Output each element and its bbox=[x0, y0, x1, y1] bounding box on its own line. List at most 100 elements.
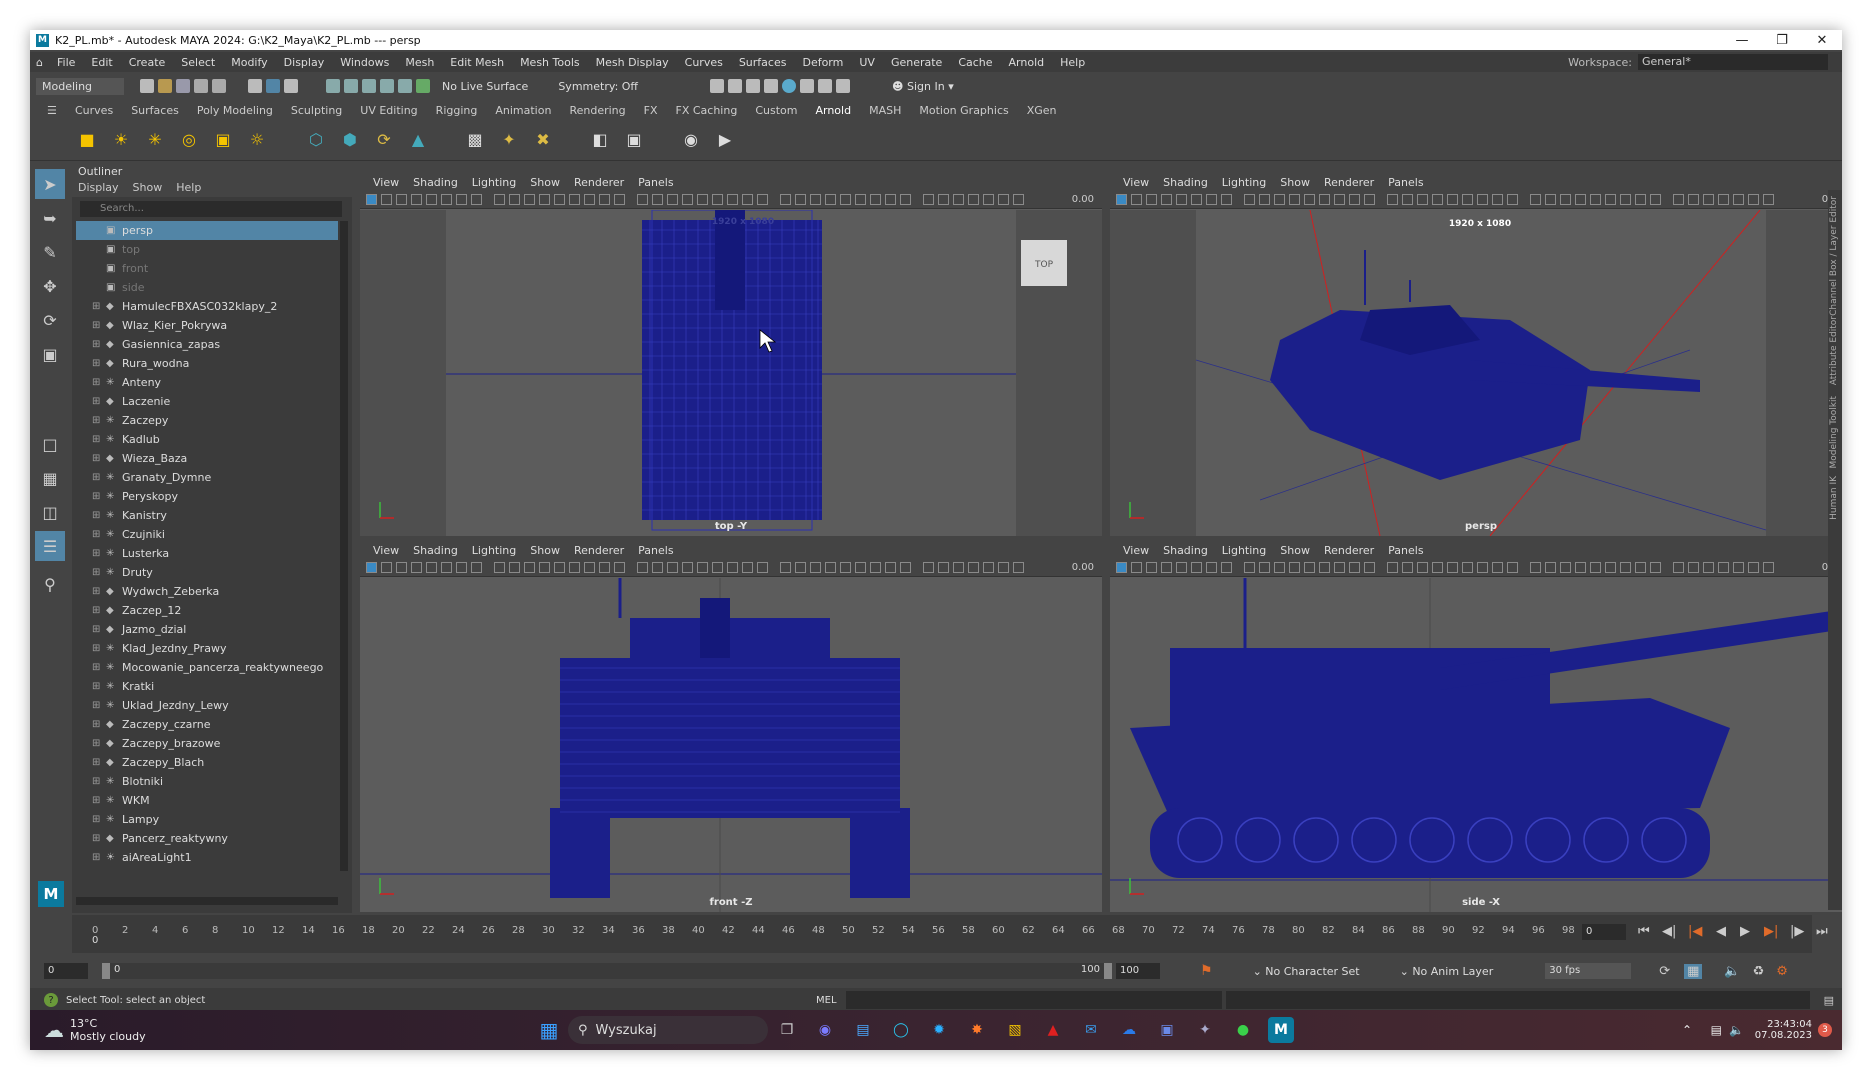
panel-tool-icon[interactable] bbox=[1447, 194, 1458, 205]
mail-icon[interactable]: ✉ bbox=[1078, 1017, 1104, 1043]
network-icon[interactable]: ▤ bbox=[1711, 1023, 1722, 1037]
panel-tool-icon[interactable] bbox=[1364, 562, 1375, 573]
script-editor-icon[interactable]: ▤ bbox=[1824, 994, 1834, 1007]
panel-menu-panels[interactable]: Panels bbox=[631, 176, 680, 189]
outliner-item[interactable]: ⊞ ◆ Jazmo_dzial bbox=[76, 620, 338, 639]
panel-tool-icon[interactable] bbox=[524, 194, 535, 205]
panel-tool-icon[interactable] bbox=[1635, 562, 1646, 573]
panel-tool-icon[interactable] bbox=[411, 562, 422, 573]
outliner-item[interactable]: ⊞ ◆ HamulecFBXASC032klapy_2 bbox=[76, 297, 338, 316]
panel-tool-icon[interactable] bbox=[1447, 562, 1458, 573]
panel-tool-icon[interactable] bbox=[1590, 562, 1601, 573]
viewport-canvas[interactable]: side -X bbox=[1110, 578, 1842, 912]
panel-tool-icon[interactable] bbox=[1289, 562, 1300, 573]
panel-tool-icon[interactable] bbox=[554, 562, 565, 573]
panel-menu-show[interactable]: Show bbox=[523, 544, 567, 557]
panel-tool-icon[interactable] bbox=[1530, 194, 1541, 205]
panel-tool-icon[interactable] bbox=[1304, 562, 1315, 573]
panel-tool-icon[interactable] bbox=[1334, 194, 1345, 205]
expand-icon[interactable]: ⊞ bbox=[92, 833, 106, 844]
panel-menu-view[interactable]: View bbox=[366, 176, 406, 189]
expand-icon[interactable]: ⊞ bbox=[92, 738, 106, 749]
panel-tool-icon[interactable] bbox=[1650, 194, 1661, 205]
outliner-item[interactable]: ⊞ ◆ Zaczep_12 bbox=[76, 601, 338, 620]
panel-menu-lighting[interactable]: Lighting bbox=[465, 176, 523, 189]
panel-tool-icon[interactable] bbox=[953, 562, 964, 573]
panel-menu-shading[interactable]: Shading bbox=[1156, 544, 1215, 557]
panel-tool-icon[interactable] bbox=[1402, 562, 1413, 573]
panel-tool-icon[interactable] bbox=[456, 194, 467, 205]
loop-icon[interactable]: ⟳ bbox=[1659, 964, 1670, 979]
cortana-icon[interactable]: ◯ bbox=[888, 1017, 914, 1043]
menu-mesh-tools[interactable]: Mesh Tools bbox=[512, 56, 588, 69]
menu-select[interactable]: Select bbox=[173, 56, 223, 69]
panel-tool-icon[interactable] bbox=[1176, 194, 1187, 205]
panel-tool-icon[interactable] bbox=[1733, 194, 1744, 205]
panel-tool-icon[interactable] bbox=[1161, 194, 1172, 205]
open-scene-icon[interactable] bbox=[158, 79, 172, 93]
menu-file[interactable]: File bbox=[49, 56, 83, 69]
shelf-tab-animation[interactable]: Animation bbox=[486, 104, 560, 117]
panel-tool-icon[interactable] bbox=[795, 562, 806, 573]
panel-tool-icon[interactable] bbox=[1116, 194, 1127, 205]
menu-mesh-display[interactable]: Mesh Display bbox=[588, 56, 677, 69]
panel-tool-icon[interactable] bbox=[1590, 194, 1601, 205]
panel-tool-icon[interactable] bbox=[810, 194, 821, 205]
move-tool-icon[interactable]: ✥ bbox=[35, 271, 65, 301]
panel-tool-icon[interactable] bbox=[614, 562, 625, 573]
panel-tool-icon[interactable] bbox=[494, 562, 505, 573]
shelf-tab-fx[interactable]: FX bbox=[635, 104, 667, 117]
panel-menu-shading[interactable]: Shading bbox=[1156, 176, 1215, 189]
new-scene-icon[interactable] bbox=[140, 79, 154, 93]
expand-icon[interactable]: ⊞ bbox=[92, 472, 106, 483]
single-view-icon[interactable]: □ bbox=[35, 429, 65, 459]
panel-tool-icon[interactable] bbox=[471, 194, 482, 205]
panel-menu-renderer[interactable]: Renderer bbox=[1317, 544, 1381, 557]
shelf-tab-rendering[interactable]: Rendering bbox=[560, 104, 634, 117]
menu-help[interactable]: Help bbox=[1052, 56, 1093, 69]
render-view-open-icon[interactable]: ◉ bbox=[679, 128, 703, 152]
panel-tool-icon[interactable] bbox=[569, 194, 580, 205]
outliner-item[interactable]: ⊞ ✳ Kadlub bbox=[76, 430, 338, 449]
menu-edit[interactable]: Edit bbox=[83, 56, 120, 69]
panel-tool-icon[interactable] bbox=[742, 562, 753, 573]
select-component-icon[interactable] bbox=[284, 79, 298, 93]
exposure-field[interactable]: 0.00 bbox=[1072, 194, 1094, 205]
outliner-item[interactable]: ⊞ ✳ Uklad_Jezdny_Lewy bbox=[76, 696, 338, 715]
character-set-dropdown[interactable]: ⌄ No Character Set bbox=[1253, 965, 1360, 978]
panel-tool-icon[interactable] bbox=[441, 194, 452, 205]
start-frame-field[interactable]: 0 bbox=[44, 963, 88, 979]
panel-tool-icon[interactable] bbox=[983, 562, 994, 573]
outliner-item[interactable]: ⊞ ◆ Zaczepy_Blach bbox=[76, 753, 338, 772]
tray-chevron-icon[interactable]: ⌃ bbox=[1682, 1023, 1692, 1037]
panel-tool-icon[interactable] bbox=[870, 194, 881, 205]
panel-tool-icon[interactable] bbox=[1477, 562, 1488, 573]
sign-in-button[interactable]: ☻ Sign In ▾ bbox=[892, 80, 954, 93]
panel-tool-icon[interactable] bbox=[998, 194, 1009, 205]
minimize-button[interactable]: — bbox=[1722, 30, 1762, 50]
menu-uv[interactable]: UV bbox=[851, 56, 883, 69]
tx-manager-icon[interactable]: ▩ bbox=[463, 128, 487, 152]
outliner-item[interactable]: ⊞ ◆ Wydwch_Zeberka bbox=[76, 582, 338, 601]
panel-tool-icon[interactable] bbox=[1364, 194, 1375, 205]
expand-icon[interactable]: ⊞ bbox=[92, 605, 106, 616]
panel-menu-lighting[interactable]: Lighting bbox=[1215, 544, 1273, 557]
panel-tool-icon[interactable] bbox=[599, 562, 610, 573]
outliner-menu-display[interactable]: Display bbox=[78, 181, 119, 197]
outliner-item[interactable]: ⊞ ✳ Lusterka bbox=[76, 544, 338, 563]
panel-tool-icon[interactable] bbox=[1605, 194, 1616, 205]
panel-tool-icon[interactable] bbox=[900, 194, 911, 205]
outliner-item[interactable]: ⊞ ✳ Kanistry bbox=[76, 506, 338, 525]
expand-icon[interactable]: ⊞ bbox=[92, 491, 106, 502]
side-tab-human-ik[interactable]: Human IK bbox=[1829, 476, 1839, 520]
panel-tool-icon[interactable] bbox=[1387, 194, 1398, 205]
panel-tool-icon[interactable] bbox=[456, 562, 467, 573]
standin-icon[interactable]: ⬡ bbox=[304, 128, 328, 152]
outliner-item[interactable]: ⊞ ◆ Wieza_Baza bbox=[76, 449, 338, 468]
edge-icon[interactable]: ✹ bbox=[926, 1017, 952, 1043]
auto-key-icon[interactable]: ⚑ bbox=[1200, 963, 1213, 979]
panel-tool-icon[interactable] bbox=[1319, 194, 1330, 205]
range-handle-left[interactable] bbox=[102, 963, 110, 979]
outliner-item[interactable]: ⊞ ◆ Zaczepy_czarne bbox=[76, 715, 338, 734]
outliner-item[interactable]: ⊞▣front bbox=[76, 259, 338, 278]
